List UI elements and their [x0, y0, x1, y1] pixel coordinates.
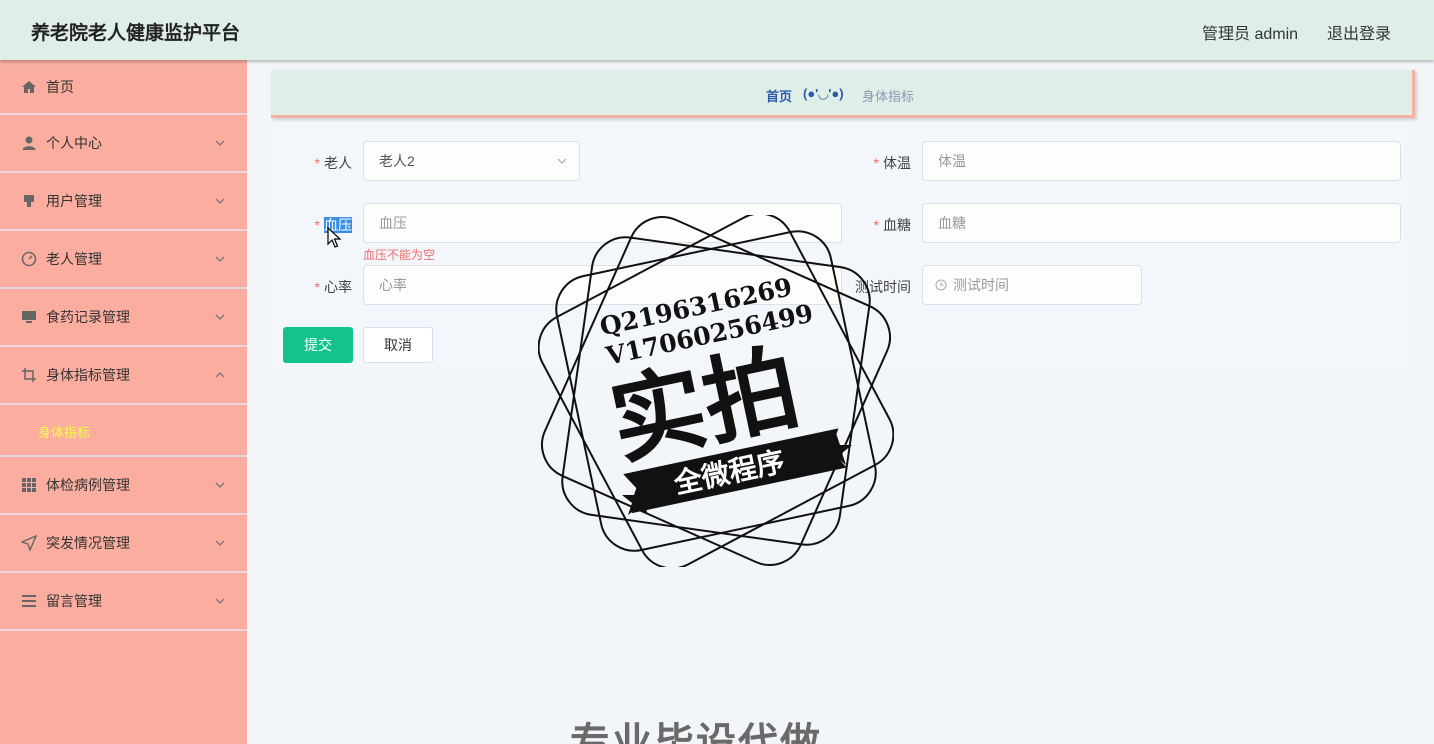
- breadcrumb-current: 身体指标: [862, 89, 915, 104]
- breadcrumb-emoticon: (●'◡'●): [803, 86, 844, 101]
- admin-user-label: 管理员 admin: [1202, 26, 1299, 43]
- sidebar-item-home[interactable]: 首页: [0, 60, 247, 115]
- user-icon: [22, 136, 36, 150]
- temperature-label: * 体温: [873, 155, 911, 171]
- sidebar-item-food-record[interactable]: 食药记录管理: [0, 289, 247, 347]
- sidebar-item-label: 体检病例管理: [46, 477, 130, 493]
- submenu-body-index: 身体指标: [0, 405, 247, 457]
- heart-rate-label: * 心率: [314, 279, 352, 295]
- sidebar-item-body-index-manage[interactable]: 身体指标管理: [0, 347, 247, 405]
- gauge-icon: [21, 251, 37, 267]
- sidebar-item-label: 食药记录管理: [46, 309, 130, 325]
- blood-pressure-label: * 血压: [314, 217, 352, 233]
- blood-sugar-input[interactable]: 血糖: [922, 203, 1401, 243]
- sidebar-item-user-manage[interactable]: 用户管理: [0, 173, 247, 231]
- chevron-down-icon: [215, 256, 225, 262]
- sidebar-item-label: 个人中心: [46, 135, 102, 151]
- chevron-up-icon: [215, 372, 225, 378]
- sidebar-subitem-body-index[interactable]: 身体指标: [38, 422, 90, 441]
- breadcrumb: 首页 (●'◡'●) 身体指标: [271, 70, 1415, 118]
- sidebar-item-label: 老人管理: [46, 251, 102, 267]
- app-title: 养老院老人健康监护平台: [31, 23, 241, 44]
- list-icon: [22, 595, 36, 607]
- cancel-button[interactable]: 取消: [363, 327, 433, 363]
- elder-label: * 老人: [314, 155, 352, 171]
- chevron-down-icon: [215, 198, 225, 204]
- crop-icon: [22, 368, 36, 382]
- home-icon: [22, 80, 36, 93]
- user-manage-icon: [24, 195, 34, 207]
- chevron-down-icon: [215, 540, 225, 546]
- chevron-down-icon: [557, 158, 567, 164]
- bottom-watermark-text: 专业毕设代做: [570, 721, 822, 744]
- sidebar-item-label: 首页: [46, 78, 74, 95]
- elder-select[interactable]: 老人2: [363, 141, 580, 181]
- sidebar-item-label: 突发情况管理: [46, 535, 130, 551]
- sidebar-item-personal-center[interactable]: 个人中心: [0, 115, 247, 173]
- monitor-icon: [22, 311, 36, 323]
- breadcrumb-home-link[interactable]: 首页: [766, 86, 792, 105]
- sidebar-item-label: 身体指标管理: [46, 367, 130, 383]
- blood-pressure-error: 血压不能为空: [363, 248, 436, 262]
- sidebar-item-message-manage[interactable]: 留言管理: [0, 573, 247, 631]
- logout-link[interactable]: 退出登录: [1327, 20, 1391, 44]
- chevron-down-icon: [215, 140, 225, 146]
- top-bar: 养老院老人健康监护平台 管理员 admin 退出登录: [0, 0, 1434, 60]
- grid-icon: [22, 478, 36, 492]
- sidebar-item-label: 留言管理: [46, 593, 102, 609]
- temperature-input[interactable]: 体温: [922, 141, 1401, 181]
- sidebar-item-elder-manage[interactable]: 老人管理: [0, 231, 247, 289]
- sidebar-item-emergency-manage[interactable]: 突发情况管理: [0, 515, 247, 573]
- chevron-down-icon: [215, 314, 225, 320]
- clock-icon: [935, 279, 947, 291]
- watermark-stamp: Q2196316269 V17060256499 实拍 全微程序: [538, 215, 894, 567]
- sidebar-item-label: 用户管理: [46, 193, 102, 209]
- chevron-down-icon: [215, 598, 225, 604]
- submit-button[interactable]: 提交: [283, 327, 353, 363]
- test-time-picker[interactable]: 测试时间: [922, 265, 1142, 305]
- chevron-down-icon: [215, 482, 225, 488]
- sidebar-item-checkup-manage[interactable]: 体检病例管理: [0, 457, 247, 515]
- navigation-icon: [21, 535, 37, 551]
- mouse-cursor-icon: [327, 227, 342, 248]
- sidebar: 首页 个人中心 用户管理 老人管理 食药记录管理 身体指标管理 身体指标 体检病…: [0, 60, 247, 744]
